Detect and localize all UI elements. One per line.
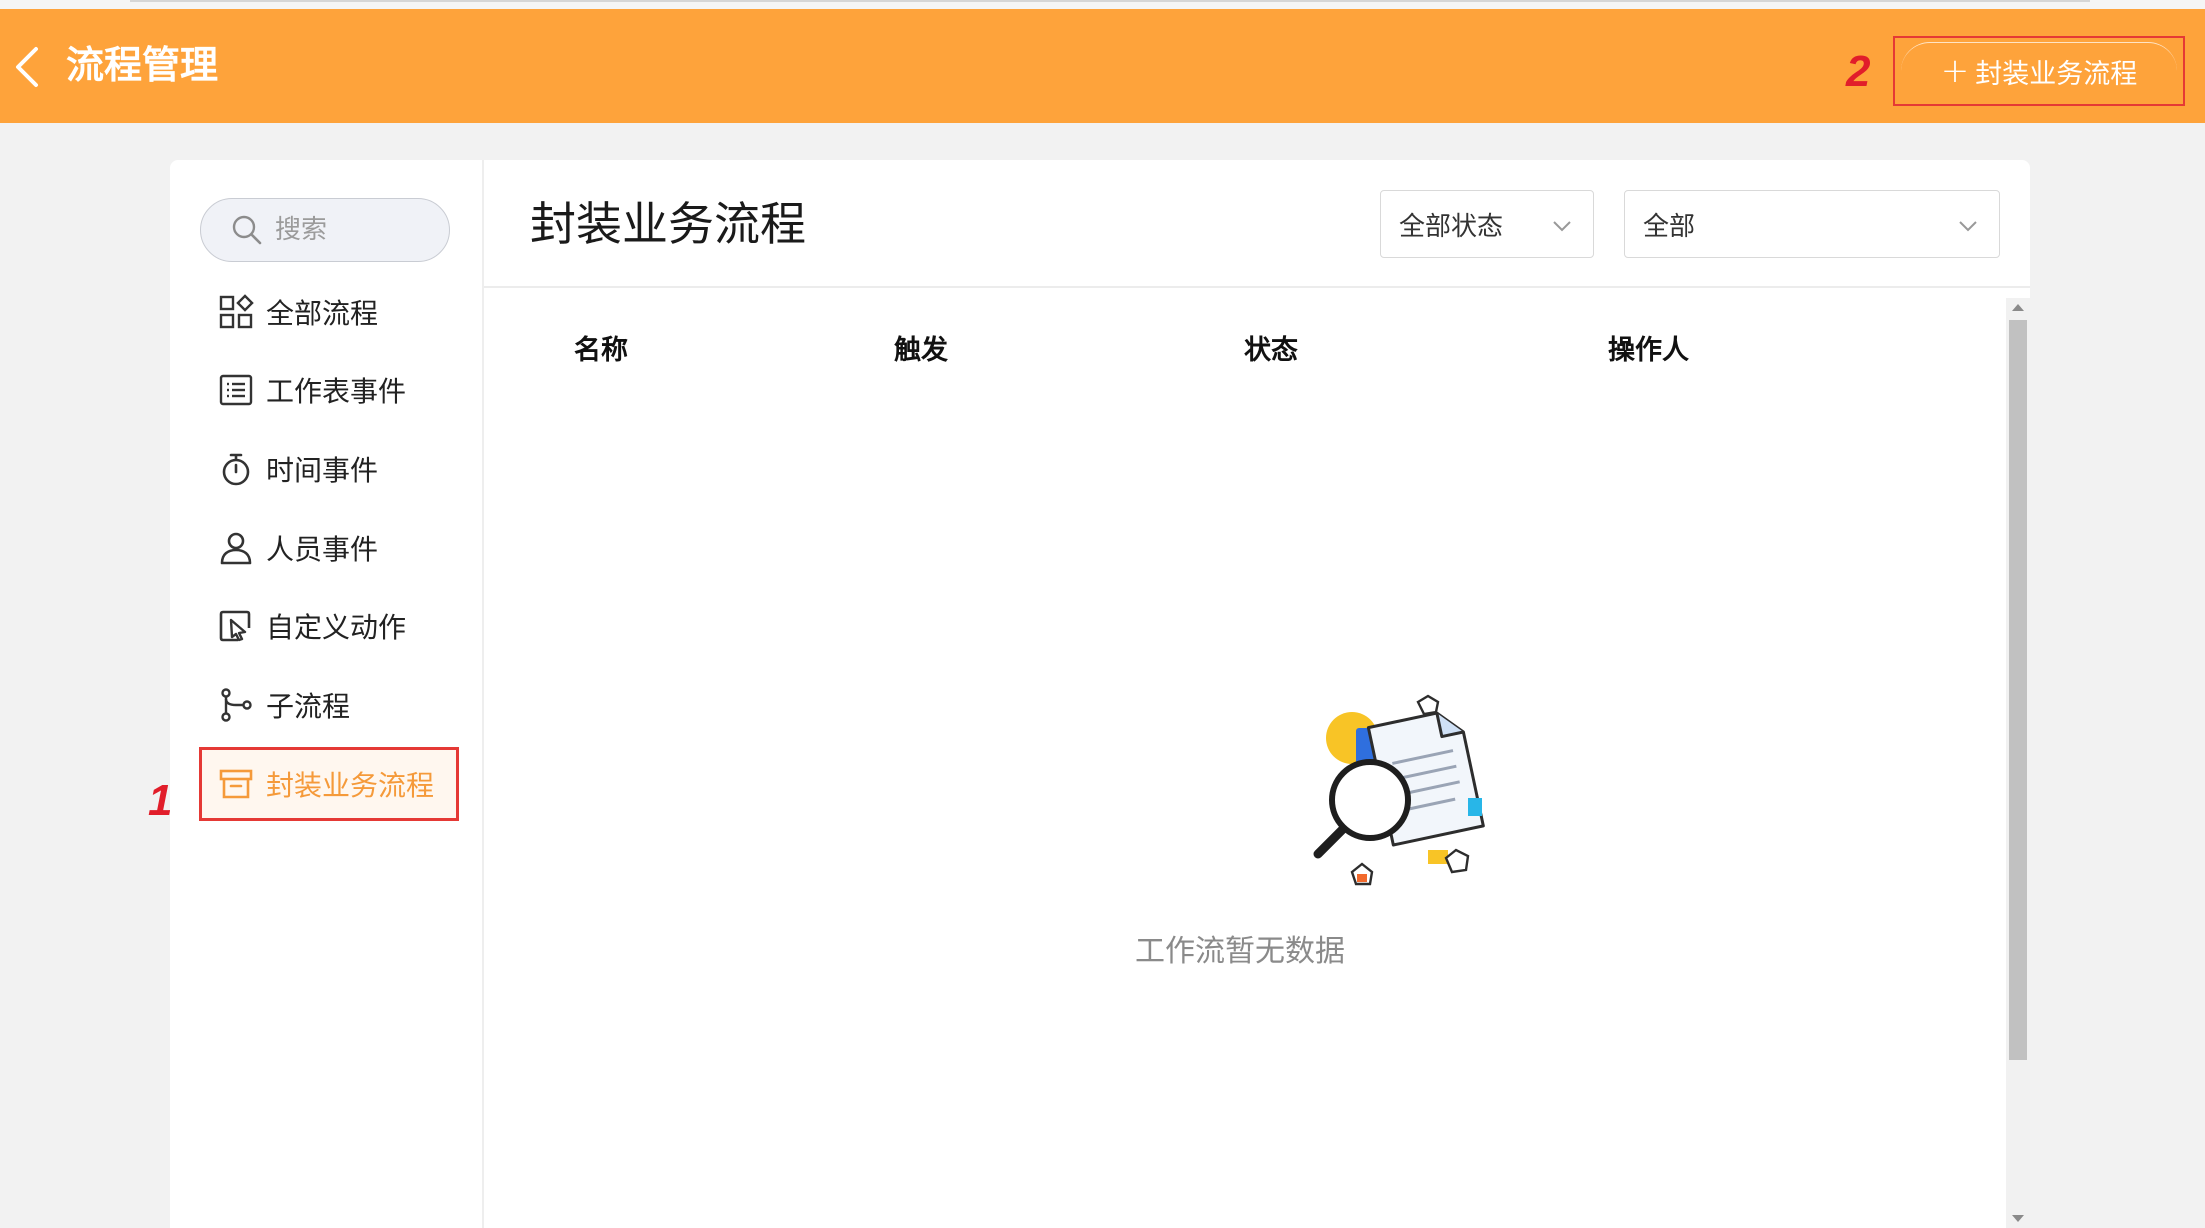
column-header-status: 状态 <box>1244 335 1298 366</box>
status-filter-value: 全部状态 <box>1399 211 1504 242</box>
scrollbar-thumb[interactable] <box>2009 320 2027 1060</box>
cursor-click-icon <box>219 610 251 642</box>
page-title: 流程管理 <box>66 43 219 87</box>
sidebar-item-time-events[interactable]: 时间事件 <box>200 433 458 505</box>
empty-state-text: 工作流暂无数据 <box>1135 934 1345 969</box>
chevron-down-icon <box>1553 221 1571 232</box>
grid-icon <box>219 294 254 329</box>
scroll-up-arrow-icon[interactable] <box>2012 304 2024 311</box>
type-filter-select[interactable]: 全部 <box>1624 190 2000 258</box>
plus-icon: + <box>1940 51 1970 91</box>
sidebar-item-subprocess[interactable]: 子流程 <box>200 669 458 741</box>
sidebar-item-packaged-process[interactable]: 封装业务流程 <box>199 747 459 821</box>
column-header-trigger: 触发 <box>894 335 948 366</box>
search-icon <box>232 215 262 245</box>
type-filter-value: 全部 <box>1643 211 1696 242</box>
user-icon <box>220 532 252 565</box>
sidebar-item-label: 工作表事件 <box>266 375 407 408</box>
sidebar-item-label: 子流程 <box>266 690 351 723</box>
search-box[interactable] <box>200 198 450 262</box>
sidebar-item-label: 全部流程 <box>266 297 379 330</box>
sidebar-item-all-processes[interactable]: 全部流程 <box>200 276 458 348</box>
app-header: 流程管理 2 + 封装业务流程 <box>0 9 2205 123</box>
sidebar-item-label: 人员事件 <box>266 533 379 566</box>
vertical-scrollbar[interactable] <box>2006 298 2030 1228</box>
annotation-marker-2: 2 <box>1846 47 1871 96</box>
column-header-name: 名称 <box>574 335 628 366</box>
status-filter-select[interactable]: 全部状态 <box>1380 190 1594 258</box>
empty-data-illustration <box>1313 694 1485 886</box>
sidebar-item-worksheet-events[interactable]: 工作表事件 <box>200 354 458 426</box>
sidebar-item-custom-actions[interactable]: 自定义动作 <box>200 590 458 662</box>
sidebar: 全部流程 工作表事件 <box>170 160 484 1228</box>
header-divider <box>484 286 2030 288</box>
main-panel: 封装业务流程 全部状态 全部 名称 触发 状态 操作人 工作流暂无数据 <box>484 160 2030 1228</box>
stopwatch-icon <box>222 453 250 486</box>
search-input[interactable] <box>273 214 427 246</box>
sidebar-item-label: 时间事件 <box>266 454 379 487</box>
chevron-down-icon <box>1959 221 1977 232</box>
sidebar-item-label: 封装业务流程 <box>266 769 435 802</box>
add-button-label: 封装业务流程 <box>1975 58 2138 90</box>
scroll-down-arrow-icon[interactable] <box>2012 1215 2024 1222</box>
annotation-marker-1: 1 <box>148 776 173 825</box>
main-title: 封装业务流程 <box>530 197 806 251</box>
window-top-edge <box>0 0 2205 9</box>
worksheet-list-icon <box>219 374 253 406</box>
add-packaged-process-button[interactable]: + 封装业务流程 <box>1893 36 2185 106</box>
back-arrow-icon[interactable] <box>12 45 42 89</box>
content-card: 全部流程 工作表事件 <box>170 160 2030 1228</box>
sidebar-item-label: 自定义动作 <box>266 611 407 644</box>
archive-box-icon <box>219 769 253 799</box>
column-header-operator: 操作人 <box>1608 335 1689 366</box>
sidebar-item-user-events[interactable]: 人员事件 <box>200 512 458 584</box>
branch-icon <box>221 688 252 722</box>
